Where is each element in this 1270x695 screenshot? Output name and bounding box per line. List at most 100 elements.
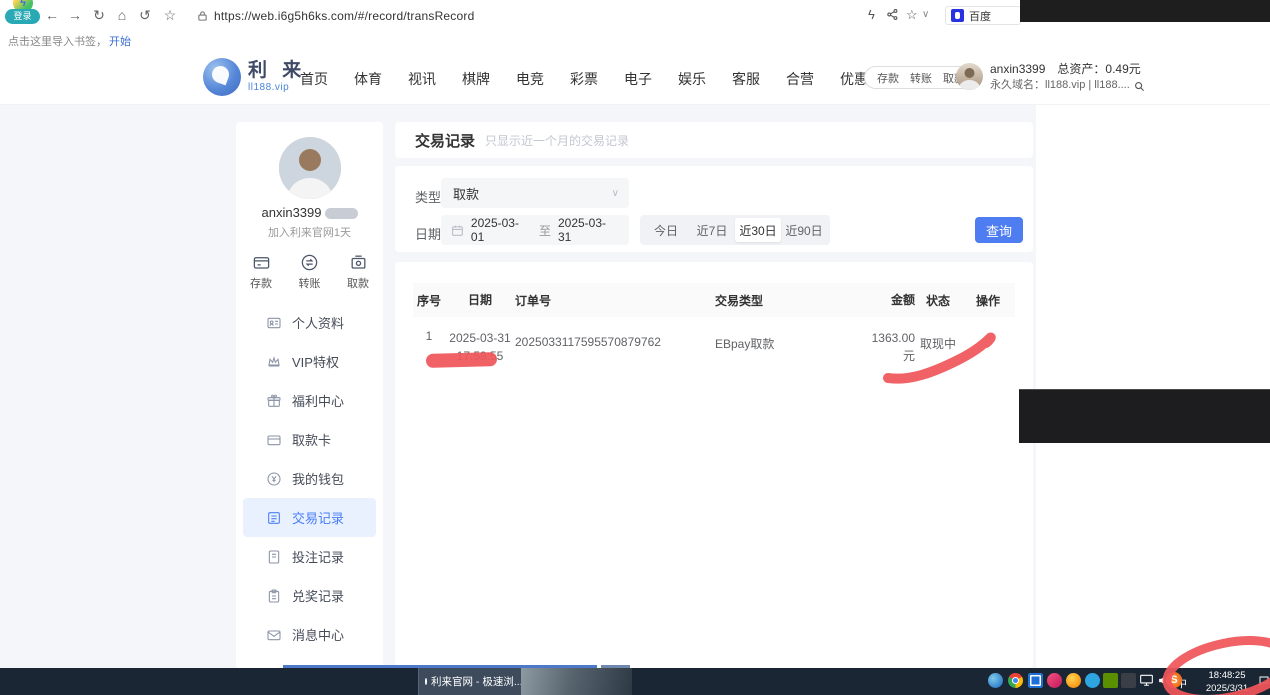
tray-sogou-icon[interactable]: S (1166, 672, 1182, 688)
profile-avatar[interactable] (279, 137, 341, 199)
logo-domain: ll188.vip (248, 82, 306, 93)
action-center-icon[interactable] (1258, 674, 1270, 692)
crown-icon (266, 354, 282, 370)
range-7days-button[interactable]: 近7日 (689, 218, 735, 242)
main-nav: 首页 体育 视讯 棋牌 电竞 彩票 电子 娱乐 客服 合营 优惠 APP (300, 69, 922, 89)
tray-telegram-icon[interactable] (1085, 673, 1100, 688)
domain-search-icon[interactable] (1134, 81, 1145, 92)
sidebar-item-label: 福利中心 (292, 391, 344, 410)
cell-trans-type: EBpay取款 (715, 329, 845, 352)
sidebar-item-prize-record[interactable]: 兑奖记录 (236, 576, 383, 615)
home-icon[interactable]: ⌂ (112, 5, 132, 25)
screen: ϟ 登录 ← → ↻ ⌂ ↺ ☆ https://web.i6g5h6ks.co… (0, 0, 1270, 695)
browser-login-badge[interactable]: 登录 (5, 9, 40, 24)
wallet-icon (266, 471, 282, 487)
sidebar-item-vip[interactable]: VIP特权 (236, 342, 383, 381)
tray-chrome-icon[interactable] (1008, 673, 1023, 688)
taskbar-window-preview[interactable] (521, 668, 632, 695)
date-from-value[interactable]: 2025-03-01 (471, 216, 532, 244)
nav-item-entertainment[interactable]: 娱乐 (678, 69, 706, 89)
quick-transfer-button[interactable]: 转账 (299, 253, 321, 291)
tray-pointer-tool-icon[interactable] (1121, 673, 1136, 688)
transfer-icon (300, 253, 319, 272)
header-avatar[interactable] (956, 63, 983, 90)
sidebar-item-message-center[interactable]: 消息中心 (236, 615, 383, 654)
sidebar-item-profile[interactable]: 个人资料 (236, 303, 383, 342)
nav-item-home[interactable]: 首页 (300, 69, 328, 89)
page-subtitle: 只显示近一个月的交易记录 (485, 132, 629, 149)
filter-card: 类型： 取款 ∨ 日期： 2025-03-01 至 2025-03-31 今日 … (395, 166, 1033, 252)
range-30days-button[interactable]: 近30日 (735, 218, 781, 242)
sidebar-item-transaction-record[interactable]: 交易记录 (243, 498, 376, 537)
date-to-value[interactable]: 2025-03-31 (558, 216, 619, 244)
date-range-input[interactable]: 2025-03-01 至 2025-03-31 (441, 215, 629, 245)
nav-item-partnership[interactable]: 合营 (786, 69, 814, 89)
search-button[interactable]: 查询 (975, 217, 1023, 243)
tray-edge-icon[interactable] (1028, 673, 1043, 688)
deposit-icon (252, 253, 271, 272)
nav-item-customer-service[interactable]: 客服 (732, 69, 760, 89)
redaction-box-top (1020, 0, 1270, 22)
sidebar-item-welfare[interactable]: 福利中心 (236, 381, 383, 420)
baidu-search-box[interactable]: 百度 (945, 6, 1021, 25)
site-logo[interactable]: 利 来 ll188.vip (203, 58, 306, 96)
nav-item-live-video[interactable]: 视讯 (408, 69, 436, 89)
transfer-button[interactable]: 转账 (910, 70, 932, 86)
sidebar-item-label: 兑奖记录 (292, 586, 344, 605)
history-undo-icon[interactable]: ↺ (135, 5, 155, 25)
nav-item-chess[interactable]: 棋牌 (462, 69, 490, 89)
tray-nvidia-icon[interactable] (1103, 673, 1118, 688)
baidu-icon (951, 9, 964, 22)
toolbar-chevron-icon[interactable]: ∨ (922, 9, 929, 20)
col-date: 日期 (445, 291, 515, 309)
header-username[interactable]: anxin3399 (990, 61, 1045, 78)
url-bar[interactable]: https://web.i6g5h6ks.com/#/record/transR… (214, 9, 474, 23)
transaction-table-card: 序号 日期 订单号 交易类型 金额 状态 操作 1 2025-03-31 17:… (395, 262, 1033, 668)
cell-date-day: 2025-03-31 (449, 331, 510, 345)
baidu-label: 百度 (969, 8, 991, 24)
joined-days: 加入利来官网1天 (236, 224, 383, 240)
clock-date: 2025/3/31 (1196, 683, 1258, 695)
tray-network-icon[interactable] (1139, 673, 1154, 692)
amount-value: 1363.00 (872, 331, 915, 345)
share-icon[interactable] (886, 8, 899, 24)
range-90days-button[interactable]: 近90日 (781, 218, 827, 242)
quick-deposit-button[interactable]: 存款 (250, 253, 272, 291)
sidebar-item-withdraw-card[interactable]: 取款卡 (236, 420, 383, 459)
taskbar-clock[interactable]: 18:48:25 2025/3/31 (1196, 670, 1258, 695)
nav-item-lottery[interactable]: 彩票 (570, 69, 598, 89)
total-assets: 总资产：0.49元 (1057, 61, 1140, 78)
tray-browser-icon[interactable] (988, 673, 1003, 688)
quick-withdraw-button[interactable]: 取款 (347, 253, 369, 291)
cell-index: 1 (413, 329, 445, 343)
assets-value: 0.49元 (1105, 62, 1140, 76)
type-select[interactable]: 取款 ∨ (441, 178, 629, 208)
nav-item-sports[interactable]: 体育 (354, 69, 382, 89)
date-range-segments: 今日 近7日 近30日 近90日 (640, 215, 830, 245)
col-trans-type: 交易类型 (715, 292, 845, 309)
sidebar-item-wallet[interactable]: 我的钱包 (236, 459, 383, 498)
taskbar-active-app[interactable]: 利来官网 - 极速浏... (418, 668, 521, 695)
permanent-domain: 永久域名：ll188.vip | ll188.... (990, 78, 1130, 94)
col-index: 序号 (413, 292, 445, 309)
forward-icon[interactable]: → (65, 5, 85, 25)
nav-item-slots[interactable]: 电子 (624, 69, 652, 89)
table-row: 1 2025-03-31 17:59:55 202503311759557087… (413, 317, 1015, 377)
tray-pink-app-icon[interactable] (1047, 673, 1062, 688)
sidebar-item-bet-record[interactable]: 投注记录 (236, 537, 383, 576)
nav-item-esports[interactable]: 电竞 (516, 69, 544, 89)
amount-unit: 元 (903, 349, 915, 363)
flash-icon[interactable]: ϟ (868, 7, 875, 22)
tray-orange-app-icon[interactable] (1066, 673, 1081, 688)
reload-icon[interactable]: ↻ (89, 5, 109, 25)
deposit-button[interactable]: 存款 (877, 70, 899, 86)
redaction-box-right (1019, 389, 1270, 443)
range-today-button[interactable]: 今日 (643, 218, 689, 242)
col-amount: 金额 (845, 291, 915, 309)
bookmark-start-link[interactable]: 开始 (109, 36, 131, 48)
site-header: 利 来 ll188.vip 首页 体育 视讯 棋牌 电竞 彩票 电子 娱乐 客服… (0, 50, 1270, 105)
favorite-star-icon[interactable]: ☆ (906, 7, 918, 23)
bookmark-star-icon[interactable]: ☆ (160, 5, 180, 25)
table-header-row: 序号 日期 订单号 交易类型 金额 状态 操作 (413, 283, 1015, 317)
back-icon[interactable]: ← (42, 5, 62, 25)
